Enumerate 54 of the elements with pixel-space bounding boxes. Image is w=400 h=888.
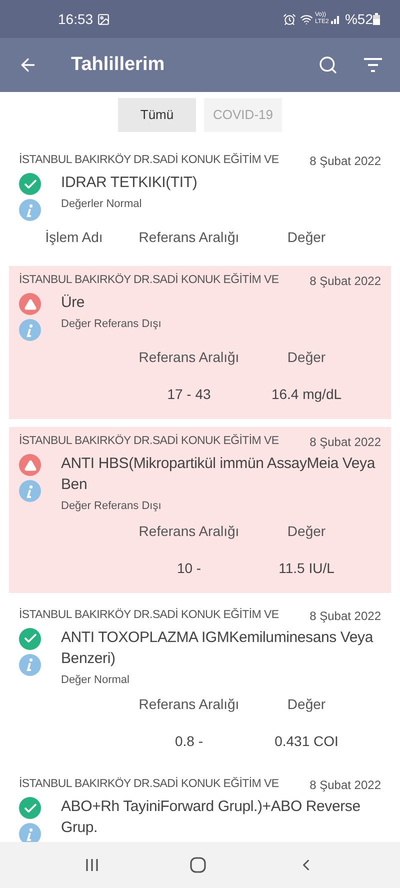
alarm-icon — [282, 12, 296, 26]
test-name: ABO+Rh TayiniForward Grupl.)+ABO Reverse Grup. — [61, 797, 362, 838]
result-card[interactable]: İSTANBUL BAKIRKÖY DR.SADİ KONUK EĞİTİM VE 8 Şubat 2022 Üre Değer Referans Dışı Referans Aralığı Değer 17 - 43 16.4 mg/dL — [9, 266, 391, 419]
value-text: 11.5 IU/L — [278, 560, 334, 576]
clock: 16:53 — [58, 10, 94, 28]
test-name: ANTI TOXOPLAZMA IGMKemiluminesans Veya Benzeri) — [61, 628, 374, 668]
test-name: Üre — [61, 293, 86, 313]
test-name: IDRAR TETKIKI(TIT) — [61, 173, 198, 193]
result-date: 8 Şubat 2022 — [310, 608, 381, 624]
range-text: 17 - 43 — [167, 386, 211, 402]
check-icon — [19, 173, 41, 195]
status-text: Değer Normal — [61, 672, 130, 688]
range-text: 10 - — [176, 560, 202, 576]
hospital-name: İSTANBUL BAKIRKÖY DR.SADİ KONUK EĞİTİM VE — [19, 776, 279, 792]
result-date: 8 Şubat 2022 — [310, 434, 381, 451]
value-text: 0.431 COI — [274, 733, 338, 749]
column-header: Değer — [287, 522, 326, 538]
hospital-name: İSTANBUL BAKIRKÖY DR.SADİ KONUK EĞİTİM VE — [19, 152, 279, 168]
home-icon[interactable] — [190, 857, 206, 873]
filter-tab[interactable]: Tümü — [118, 98, 196, 132]
column-header: Referans Aralığı — [138, 522, 240, 538]
value-text: 16.4 mg/dL — [271, 386, 342, 402]
column-header: Referans Aralığı — [138, 229, 240, 245]
signal-icon — [330, 14, 341, 24]
image-icon — [97, 12, 110, 26]
check-icon — [19, 797, 41, 819]
test-name: ANTI HBS(Mikropartikül immün AssayMeia Veya Ben — [61, 454, 376, 495]
wifi-icon — [300, 12, 313, 26]
column-header: Referans Aralığı — [138, 696, 240, 712]
filter-icon[interactable] — [364, 58, 382, 72]
result-date: 8 Şubat 2022 — [310, 153, 381, 170]
page-title: Tahlillerim — [71, 52, 165, 77]
warning-icon — [19, 293, 41, 315]
column-header: Değer — [287, 696, 326, 712]
result-card[interactable]: İSTANBUL BAKIRKÖY DR.SADİ KONUK EĞİTİM VE 8 Şubat 2022 ANTI HBS(Mikropartikül immün AssayMeia Veya Ben Değer Referans Dışı Referans Aralığı Değer 10 - 11.5 IU/L — [9, 427, 391, 592]
hospital-name: İSTANBUL BAKIRKÖY DR.SADİ KONUK EĞİTİM VE — [19, 272, 279, 288]
status-text: Değer Referans Dışı — [61, 499, 162, 514]
battery-icon — [373, 13, 380, 25]
column-header: Değer — [287, 229, 326, 245]
search-icon[interactable] — [318, 55, 338, 75]
recent-apps-icon[interactable] — [85, 858, 100, 872]
column-header: Değer — [287, 349, 326, 365]
column-header: Referans Aralığı — [138, 349, 240, 365]
warning-icon — [19, 454, 41, 476]
result-date: 8 Şubat 2022 — [310, 273, 381, 290]
hospital-name: İSTANBUL BAKIRKÖY DR.SADİ KONUK EĞİTİM VE — [19, 433, 279, 450]
battery-text: %52 — [344, 10, 373, 28]
status-text: Değer Referans Dışı — [61, 317, 162, 332]
hospital-name: İSTANBUL BAKIRKÖY DR.SADİ KONUK EĞİTİM VE — [19, 607, 279, 623]
status-text: Değerler Normal — [61, 197, 143, 212]
check-icon — [19, 628, 41, 650]
result-date: 8 Şubat 2022 — [310, 777, 381, 794]
range-text: 0.8 - — [174, 733, 203, 749]
column-header: İşlem Adı — [45, 229, 103, 245]
